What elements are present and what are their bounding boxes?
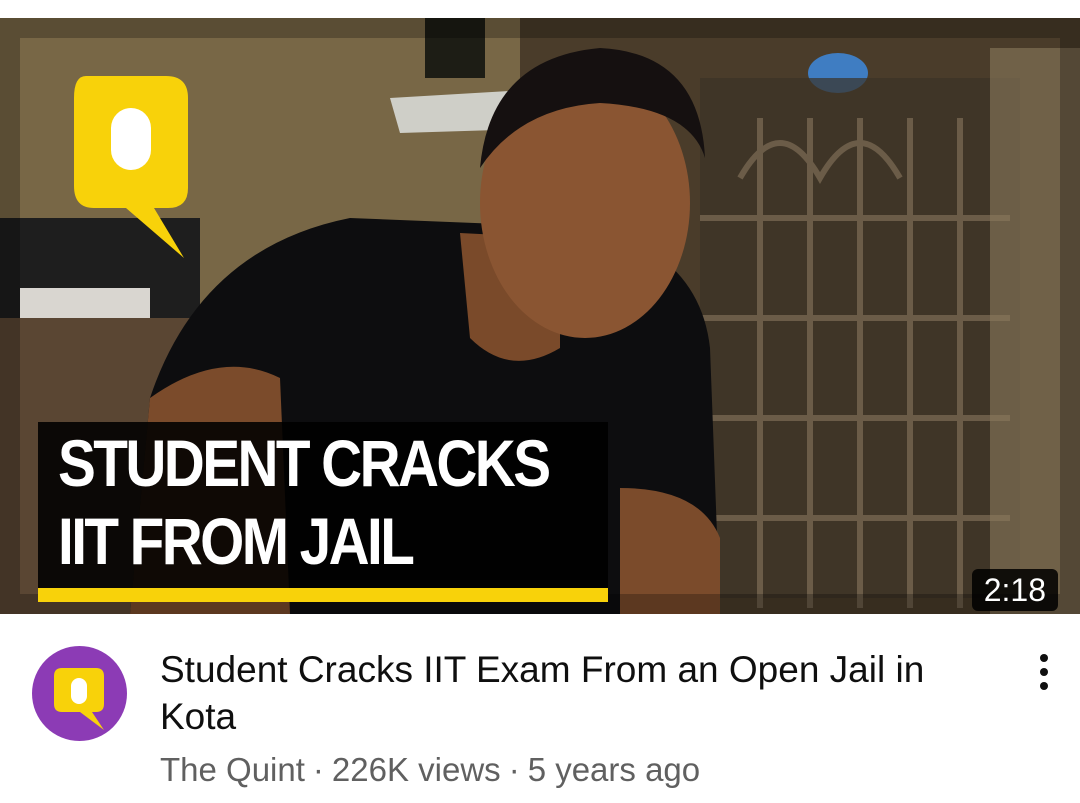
headline-line-2: IIT FROM JAIL [58,504,415,578]
video-subtitle: The Quint · 226K views · 5 years ago [160,750,700,790]
headline-accent-bar [38,588,608,602]
channel-name[interactable]: The Quint [160,751,305,788]
duration-badge: 2:18 [971,569,1058,611]
headline-line-1: STUDENT CRACKS [58,426,551,500]
separator-dot: · [312,751,324,788]
quint-logo-icon [54,668,104,730]
separator-dot: · [508,751,520,788]
top-strip [0,0,1080,18]
video-title[interactable]: Student Cracks IIT Exam From an Open Jai… [160,646,990,740]
more-vertical-icon[interactable] [1022,650,1066,694]
view-count: 226K views [331,751,501,788]
quint-logo-icon [74,76,188,258]
more-dot [1040,682,1048,690]
video-thumbnail[interactable]: STUDENT CRACKS IIT FROM JAIL 2:18 [0,18,1080,614]
video-meta: Student Cracks IIT Exam From an Open Jai… [0,614,1080,803]
upload-age: 5 years ago [527,751,701,788]
more-dot [1040,668,1048,676]
channel-avatar[interactable] [32,646,127,741]
more-dot [1040,654,1048,662]
